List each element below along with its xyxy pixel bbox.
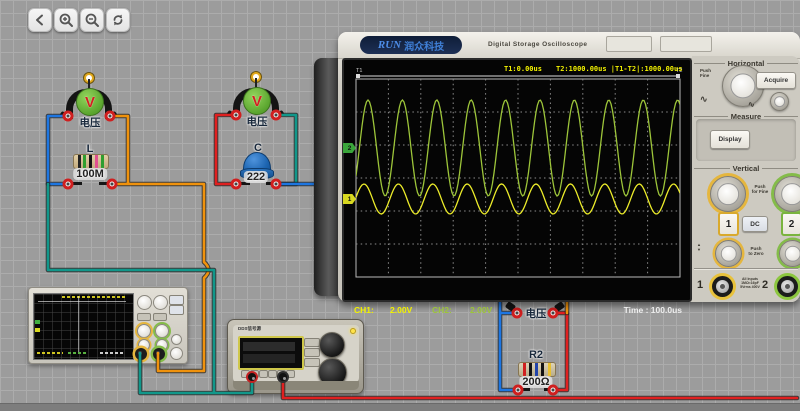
horizontal-zoom-button[interactable]	[770, 92, 789, 111]
scope-waveforms: T1T2	[342, 58, 692, 302]
mini-button[interactable]	[169, 295, 184, 305]
wire-terminal[interactable]	[548, 385, 559, 396]
bezel-button[interactable]	[606, 36, 652, 52]
ch2-position-knob[interactable]	[779, 240, 800, 267]
mini-button[interactable]	[153, 313, 167, 321]
scope-control-panel: Horizontal Push Fine Acquire ∿ ∿ Measure…	[692, 56, 800, 302]
ch1-button[interactable]: 1	[718, 212, 739, 236]
mini-ch1-knob[interactable]	[137, 324, 151, 338]
voltmeter-2-label: 电压	[247, 114, 268, 129]
back-icon	[32, 12, 48, 28]
zoom-in-button[interactable]	[54, 8, 78, 32]
oscilloscope[interactable]: RUN 润众科技 Digital Storage Oscilloscope T1…	[314, 32, 800, 302]
mini-ch1-marker	[35, 328, 40, 332]
generator-button[interactable]	[304, 358, 320, 367]
ch1-label: CH1:	[354, 305, 374, 315]
zoom-out-icon	[84, 12, 100, 28]
ch1-position-knob[interactable]	[715, 240, 742, 267]
ch2-bnc-input[interactable]	[774, 273, 800, 300]
mini-button[interactable]	[137, 313, 151, 321]
ch2-label: CH2:	[432, 305, 452, 315]
back-button[interactable]	[28, 8, 52, 32]
generator-label: DDS信号源	[238, 326, 261, 332]
inductor-body	[73, 154, 109, 169]
time-scale: Time : 100.0us	[624, 305, 682, 315]
scope-status-bar: CH1: 2.00V CH2: 2.00V Time : 100.0us	[348, 304, 696, 317]
generator-terminal-1[interactable]	[246, 371, 258, 383]
zoom-in-icon	[58, 12, 74, 28]
mini-knob[interactable]	[171, 334, 182, 345]
position-arrows: ▲ ▼	[697, 242, 701, 252]
power-led	[350, 328, 356, 334]
mini-bnc-2[interactable]	[153, 348, 165, 360]
cursor-readout-t1: T1:0.00us	[504, 65, 542, 73]
canvas-bottom-edge	[0, 403, 800, 411]
amplitude-knob[interactable]	[319, 332, 345, 358]
wire-terminal[interactable]	[271, 110, 282, 121]
ch2-button[interactable]: 2	[781, 212, 800, 236]
mini-knob[interactable]	[153, 295, 168, 310]
resistor-ref: R2	[529, 349, 543, 361]
mini-oscilloscope[interactable]	[28, 287, 188, 364]
wire-terminal[interactable]	[271, 179, 282, 190]
display-button[interactable]: Display	[710, 130, 750, 149]
ch1-bnc-input[interactable]	[709, 273, 736, 300]
input-warning-label: All Inputs 1MΩ≈16pF 5Vrms 400V	[737, 277, 763, 289]
wire-terminal[interactable]	[63, 111, 74, 122]
mini-button[interactable]	[169, 305, 184, 315]
inductor-value: 100M	[73, 168, 107, 180]
ch1-scale-knob[interactable]	[710, 176, 746, 212]
circuit-sim-canvas: V 电压 V 电压 L 100M C 222	[0, 0, 800, 411]
capacitor-value: 222	[244, 171, 268, 183]
dc-coupling-button[interactable]: DC	[742, 216, 768, 232]
bezel-button[interactable]	[660, 36, 712, 52]
zoom-out-button[interactable]	[80, 8, 104, 32]
generator-button[interactable]	[304, 338, 320, 347]
wire-terminal[interactable]	[63, 179, 74, 190]
push-for-fine-label: Push for Fine	[748, 184, 772, 194]
brand-logo: RUN 润众科技	[360, 36, 462, 54]
bnc2-label: 2	[762, 279, 768, 291]
voltmeter-face: V	[243, 87, 271, 115]
wire-terminal[interactable]	[513, 385, 524, 396]
voltmeter-face: V	[76, 88, 104, 116]
generator-terminal-2[interactable]	[277, 371, 289, 383]
wire-terminal[interactable]	[107, 179, 118, 190]
mini-scope-screen	[33, 293, 134, 360]
generator-display	[238, 336, 304, 370]
signal-generator[interactable]: DDS信号源	[227, 319, 364, 394]
mini-bnc-1[interactable]	[135, 348, 147, 360]
resistor-body	[518, 362, 556, 377]
sine-glyph: ∿	[748, 100, 755, 109]
ch2-scale: 2.00V	[470, 305, 492, 315]
wire-terminal[interactable]	[231, 179, 242, 190]
scope-title: Digital Storage Oscilloscope	[488, 41, 587, 48]
mini-ch2-marker	[35, 320, 40, 324]
ch1-scale: 2.00V	[390, 305, 412, 315]
voltmeter-1-label: 电压	[80, 115, 101, 130]
bnc1-label: 1	[697, 279, 703, 291]
generator-button[interactable]	[268, 370, 277, 378]
push-to-zero-label: Push to Zero	[744, 246, 768, 256]
reset-icon	[110, 12, 126, 28]
mini-ch2-knob[interactable]	[155, 324, 169, 338]
vertical-section-label: Vertical	[694, 163, 798, 173]
svg-text:T1: T1	[356, 68, 362, 74]
mini-knob[interactable]	[137, 295, 152, 310]
cursor-readout-t2: T2:1000.00us |T1-T2|:1000.00us	[556, 65, 682, 73]
wire-terminal[interactable]	[231, 110, 242, 121]
generator-button[interactable]	[304, 348, 320, 357]
generator-button[interactable]	[259, 370, 268, 378]
acquire-button[interactable]: Acquire	[756, 72, 796, 89]
sine-glyph: ∿	[700, 94, 708, 105]
mini-knob[interactable]	[170, 347, 183, 360]
push-fine-label: Push Fine	[700, 68, 711, 78]
wire-terminal[interactable]	[105, 111, 116, 122]
ch2-scale-knob[interactable]	[774, 176, 800, 212]
reset-button[interactable]	[106, 8, 130, 32]
